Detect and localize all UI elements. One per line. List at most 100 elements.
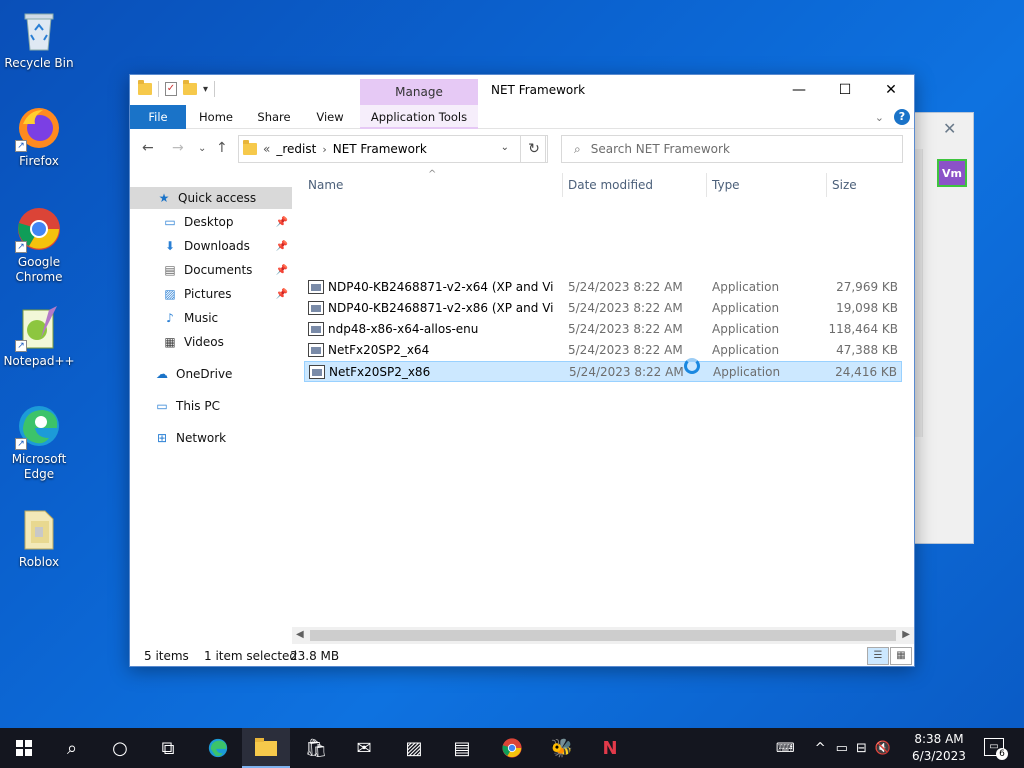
minimize-button[interactable]: — <box>776 75 822 105</box>
customize-toolbar-icon[interactable]: ▾ <box>203 84 208 95</box>
sidebar-item-onedrive[interactable]: ☁ OneDrive <box>130 363 292 385</box>
sidebar-item-documents[interactable]: ▤ Documents 📌 <box>130 259 292 281</box>
forward-arrow-icon[interactable]: → <box>172 140 184 156</box>
large-icons-view-icon[interactable]: ▦ <box>890 647 912 665</box>
column-divider[interactable] <box>826 173 827 197</box>
column-header-size[interactable]: Size <box>832 167 857 203</box>
table-row[interactable]: NDP40-KB2468871-v2-x64 (XP and Vista ...… <box>304 277 902 298</box>
breadcrumb-net-framework[interactable]: NET Framework <box>333 142 427 156</box>
n-app-icon[interactable]: N <box>586 728 634 768</box>
download-icon: ⬇ <box>164 239 176 253</box>
table-row[interactable]: NDP40-KB2468871-v2-x86 (XP and Vista ...… <box>304 298 902 319</box>
ribbon-tabs: File Home Share View Application Tools ⌄… <box>130 105 914 129</box>
tab-share[interactable]: Share <box>252 105 296 129</box>
column-header-type[interactable]: Type <box>712 167 740 203</box>
edge-icon: ↗ <box>15 402 63 450</box>
shortcut-arrow-icon: ↗ <box>15 241 27 253</box>
column-header-name[interactable]: Name <box>308 167 343 203</box>
sidebar-item-desktop[interactable]: ▭ Desktop 📌 <box>130 211 292 233</box>
desktop-icon-chrome[interactable]: ↗ Google Chrome <box>4 205 74 285</box>
task-view-icon[interactable]: ⧉ <box>144 728 192 768</box>
tab-home[interactable]: Home <box>194 105 238 129</box>
desktop-icon-recycle-bin[interactable]: Recycle Bin <box>4 6 74 71</box>
table-row[interactable]: ndp48-x86-x64-allos-enu 5/24/2023 8:22 A… <box>304 319 902 340</box>
volume-muted-icon[interactable]: 🔇 <box>875 741 891 756</box>
chrome-icon[interactable] <box>488 728 536 768</box>
search-input[interactable]: ⌕ Search NET Framework <box>561 135 903 163</box>
keyboard-icon[interactable]: ⌨ <box>776 741 795 756</box>
up-arrow-icon[interactable]: ↑ <box>216 140 228 156</box>
search-icon[interactable]: ⌕ <box>48 728 96 768</box>
address-overflow[interactable]: « <box>263 142 270 156</box>
breadcrumb-redist[interactable]: _redist <box>276 142 316 156</box>
close-button[interactable]: ✕ <box>868 75 914 105</box>
maximize-button[interactable]: ☐ <box>822 75 868 105</box>
close-icon[interactable]: ✕ <box>943 119 956 138</box>
pin-icon[interactable]: 📌 <box>276 241 288 252</box>
photos-icon[interactable]: ▨ <box>390 728 438 768</box>
sidebar-item-label: OneDrive <box>176 367 233 381</box>
table-row[interactable]: NetFx20SP2_x64 5/24/2023 8:22 AM Applica… <box>304 340 902 361</box>
recent-locations-chevron-icon[interactable]: ⌄ <box>198 143 206 154</box>
scroll-left-icon[interactable]: ◀ <box>296 629 304 640</box>
desktop-icon-notepad-plus-plus[interactable]: ↗ Notepad++ <box>3 304 75 369</box>
sidebar-item-pictures[interactable]: ▨ Pictures 📌 <box>130 283 292 305</box>
background-window-scrollbar <box>915 149 923 437</box>
tab-application-tools[interactable]: Application Tools <box>360 105 478 129</box>
store-icon[interactable]: 🛍 <box>292 728 340 768</box>
address-dropdown-icon[interactable]: ⌄ <box>501 142 509 153</box>
sidebar-item-downloads[interactable]: ⬇ Downloads 📌 <box>130 235 292 257</box>
file-explorer-window[interactable]: ✓ ▾ Manage NET Framework — ☐ ✕ File Home… <box>129 74 915 667</box>
sidebar-item-videos[interactable]: ▦ Videos <box>130 331 292 353</box>
pin-icon[interactable]: 📌 <box>276 217 288 228</box>
desktop-icon-roblox[interactable]: Roblox <box>4 505 74 570</box>
column-header-date-modified[interactable]: Date modified <box>568 167 653 203</box>
back-arrow-icon[interactable]: ← <box>142 140 154 156</box>
scrollbar-thumb[interactable] <box>310 630 896 641</box>
folder-icon <box>243 140 257 155</box>
column-divider[interactable] <box>706 173 707 197</box>
sidebar-item-label: Desktop <box>184 215 234 229</box>
shortcut-arrow-icon: ↗ <box>15 140 27 152</box>
sidebar-item-music[interactable]: ♪ Music <box>130 307 292 329</box>
network-status-icon[interactable]: ⊟ <box>856 741 867 756</box>
status-selection-size: 23.8 MB <box>290 649 340 663</box>
music-icon: ♪ <box>166 311 174 325</box>
file-type: Application <box>712 322 780 336</box>
column-divider[interactable] <box>562 173 563 197</box>
clock[interactable]: 8:38 AM 6/3/2023 <box>906 731 972 765</box>
mail-icon[interactable]: ✉ <box>340 728 388 768</box>
file-type: Application <box>712 280 780 294</box>
sidebar-item-this-pc[interactable]: ▭ This PC <box>130 395 292 417</box>
horizontal-scrollbar[interactable]: ◀ ▶ <box>292 627 914 644</box>
details-view-icon[interactable]: ☰ <box>867 647 889 665</box>
sidebar-item-network[interactable]: ⊞ Network <box>130 427 292 449</box>
scroll-right-icon[interactable]: ▶ <box>902 629 910 640</box>
start-button[interactable] <box>0 728 48 768</box>
network-drive-icon[interactable]: ▤ <box>438 728 486 768</box>
desktop-icon-firefox[interactable]: ↗ Firefox <box>4 104 74 169</box>
show-hidden-icons-chevron-icon[interactable]: ^ <box>815 741 826 756</box>
vm-app-icon[interactable]: Vm <box>937 159 967 187</box>
sidebar-item-label: Downloads <box>184 239 250 253</box>
tab-file[interactable]: File <box>130 105 186 129</box>
pin-icon[interactable]: 📌 <box>276 289 288 300</box>
tab-view[interactable]: View <box>310 105 350 129</box>
expand-ribbon-icon[interactable]: ⌄ <box>875 111 884 124</box>
background-window[interactable]: ✕ Vm <box>912 112 974 544</box>
edge-icon[interactable] <box>194 728 242 768</box>
desktop-icon-edge[interactable]: ↗ Microsoft Edge <box>4 402 74 482</box>
sidebar-item-quick-access[interactable]: ★ Quick access <box>130 187 292 209</box>
properties-icon[interactable]: ✓ <box>165 82 177 96</box>
pin-icon[interactable]: 📌 <box>276 265 288 276</box>
help-icon[interactable]: ? <box>894 109 910 125</box>
title-bar[interactable]: ✓ ▾ Manage NET Framework — ☐ ✕ <box>130 75 914 105</box>
new-folder-icon[interactable] <box>183 80 197 95</box>
meet-now-icon[interactable]: ▭ <box>836 741 848 756</box>
table-row-selected[interactable]: NetFx20SP2_x86 5/24/2023 8:22 AM Applica… <box>304 361 902 382</box>
address-bar[interactable]: « _redist › NET Framework ⌄ <box>238 135 546 163</box>
bee-app-icon[interactable]: 🐝 <box>538 728 586 768</box>
file-explorer-icon[interactable] <box>242 728 290 768</box>
refresh-button[interactable]: ↻ <box>520 135 548 163</box>
cortana-icon[interactable]: ○ <box>96 728 144 768</box>
